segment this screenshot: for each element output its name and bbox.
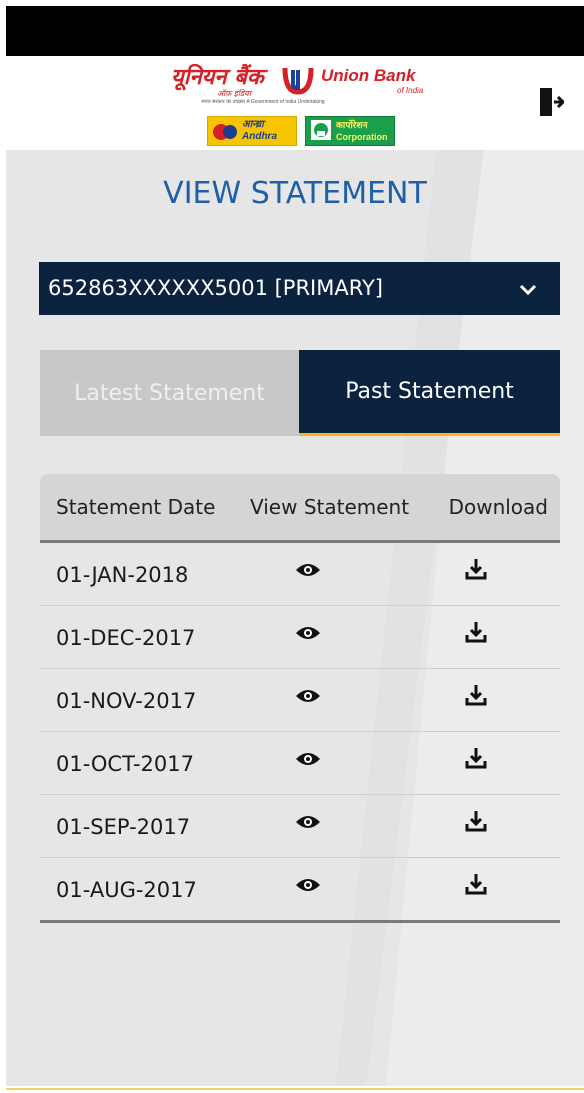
table-row: 01-DEC-2017 bbox=[40, 606, 560, 669]
corporation-text-english: Corporation bbox=[336, 132, 388, 142]
table-row: 01-SEP-2017 bbox=[40, 795, 560, 858]
table-row: 01-JAN-2018 bbox=[40, 543, 560, 606]
logo-hindi-text: यूनियन बैंक bbox=[171, 65, 264, 90]
logo-english-subtext: of India bbox=[397, 86, 424, 95]
statement-content: VIEW STATEMENT 652863XXXXXX5001 [PRIMARY… bbox=[6, 150, 584, 1086]
app-header: यूनियन बैंक ऑफ़ इंडिया Union Bank of Ind… bbox=[6, 56, 584, 148]
corporation-bank-logo: कार्पोरेशन Corporation bbox=[305, 116, 395, 146]
andhra-text-hindi: आन्ध्रा bbox=[242, 119, 264, 130]
logout-icon[interactable] bbox=[538, 86, 564, 118]
view-eye-icon[interactable] bbox=[295, 876, 321, 894]
column-header-view: View Statement bbox=[250, 495, 410, 519]
statement-date: 01-DEC-2017 bbox=[56, 626, 196, 650]
statement-tabs: Latest Statement Past Statement bbox=[40, 350, 560, 436]
statement-date: 01-SEP-2017 bbox=[56, 815, 191, 839]
bank-logo: यूनियन बैंक ऑफ़ इंडिया Union Bank of Ind… bbox=[171, 64, 436, 146]
account-dropdown[interactable]: 652863XXXXXX5001 [PRIMARY] bbox=[39, 262, 560, 315]
statement-date: 01-OCT-2017 bbox=[56, 752, 194, 776]
table-row: 01-AUG-2017 bbox=[40, 858, 560, 923]
view-eye-icon[interactable] bbox=[295, 561, 321, 579]
corporation-text: कार्पोरेशन Corporation bbox=[336, 119, 388, 143]
account-selected-value: 652863XXXXXX5001 [PRIMARY] bbox=[48, 276, 383, 300]
union-bank-mark-icon bbox=[282, 67, 314, 95]
download-icon[interactable] bbox=[465, 746, 487, 770]
view-eye-icon[interactable] bbox=[295, 687, 321, 705]
statements-table: Statement Date View Statement Download 0… bbox=[40, 474, 560, 923]
download-icon[interactable] bbox=[465, 872, 487, 896]
corporation-text-hindi: कार्पोरेशन bbox=[336, 120, 368, 130]
download-icon[interactable] bbox=[465, 683, 487, 707]
tab-latest-statement[interactable]: Latest Statement bbox=[40, 350, 299, 436]
andhra-mark-icon bbox=[213, 124, 237, 140]
andhra-bank-logo: आन्ध्रा Andhra bbox=[207, 116, 297, 146]
andhra-text-english: Andhra bbox=[242, 131, 277, 142]
table-row: 01-NOV-2017 bbox=[40, 669, 560, 732]
statement-date: 01-JAN-2018 bbox=[56, 563, 189, 587]
download-icon[interactable] bbox=[465, 620, 487, 644]
statement-date: 01-AUG-2017 bbox=[56, 878, 197, 902]
page-title: VIEW STATEMENT bbox=[163, 176, 427, 211]
column-header-date: Statement Date bbox=[56, 495, 216, 519]
corporation-mark-icon bbox=[311, 120, 331, 140]
logo-hindi-subtext: ऑफ़ इंडिया bbox=[217, 89, 251, 98]
view-eye-icon[interactable] bbox=[295, 624, 321, 642]
table-header: Statement Date View Statement Download bbox=[40, 474, 560, 543]
tab-past-statement[interactable]: Past Statement bbox=[299, 350, 560, 436]
table-row: 01-OCT-2017 bbox=[40, 732, 560, 795]
bottom-accent-line bbox=[6, 1088, 584, 1090]
column-header-download: Download bbox=[448, 495, 548, 519]
download-icon[interactable] bbox=[465, 809, 487, 833]
andhra-text: आन्ध्रा Andhra bbox=[242, 119, 277, 143]
chevron-down-icon bbox=[519, 284, 537, 296]
logo-english-text: Union Bank bbox=[321, 66, 416, 85]
logo-tagline: भारत सरकार का उपक्रम A Government of Ind… bbox=[201, 99, 325, 105]
view-eye-icon[interactable] bbox=[295, 750, 321, 768]
view-eye-icon[interactable] bbox=[295, 813, 321, 831]
statement-date: 01-NOV-2017 bbox=[56, 689, 197, 713]
download-icon[interactable] bbox=[465, 557, 487, 581]
status-bar bbox=[6, 6, 584, 56]
app-frame: यूनियन बैंक ऑफ़ इंडिया Union Bank of Ind… bbox=[0, 0, 584, 1093]
